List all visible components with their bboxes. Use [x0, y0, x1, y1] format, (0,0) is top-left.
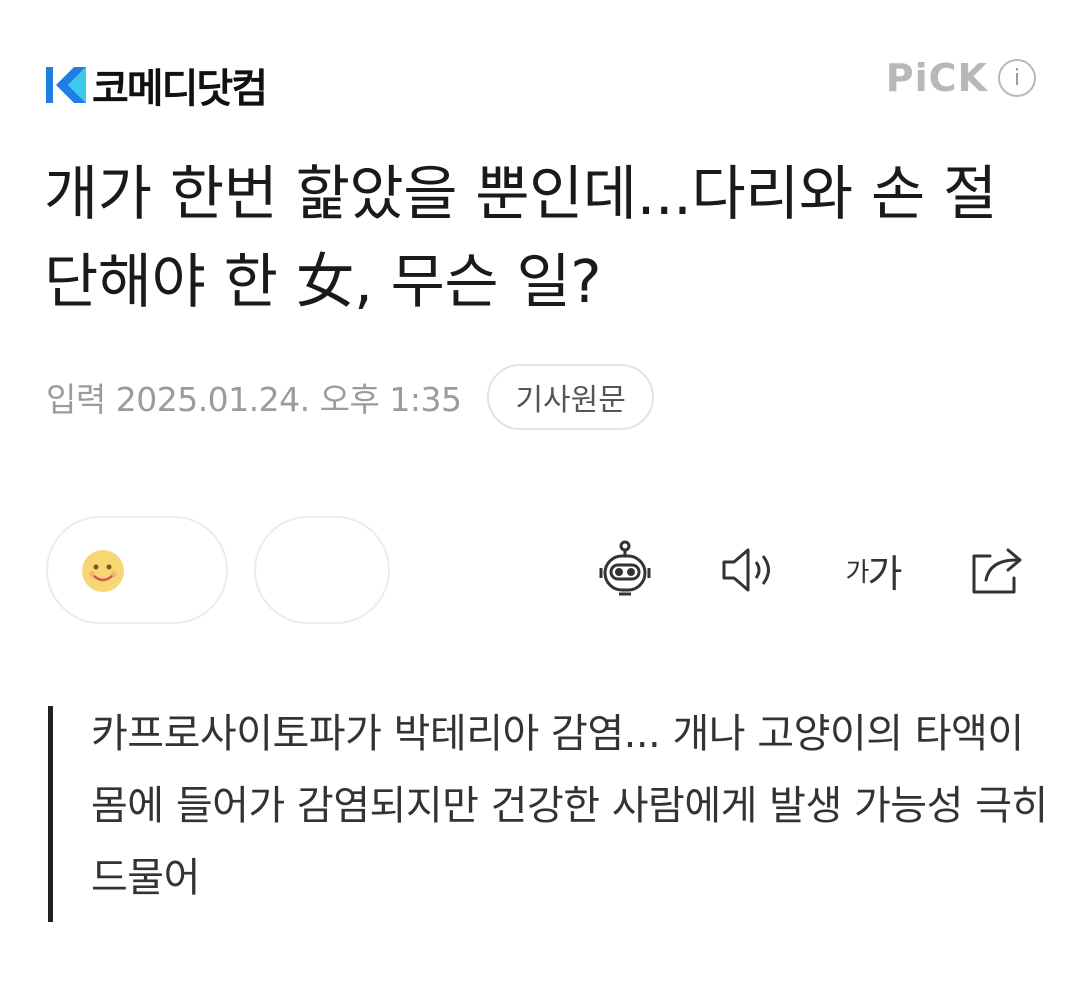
reaction-pill[interactable] — [46, 516, 228, 624]
logo-text: 코메디닷컴 — [92, 66, 268, 112]
komedi-logo-icon — [46, 67, 86, 103]
article-headline: 개가 한번 핥았을 뿐인데...다리와 손 절단해야 한 女, 무슨 일? — [44, 159, 997, 316]
smile-emoji-icon — [82, 550, 124, 592]
original-article-button[interactable]: 기사원문 — [487, 364, 654, 430]
info-icon[interactable]: i — [998, 59, 1036, 97]
font-size-small-glyph: 가 — [845, 557, 870, 588]
press-logo[interactable]: 코메디닷컴 — [44, 56, 268, 114]
publish-date: 입력 2025.01.24. 오후 1:35 — [46, 380, 462, 419]
article-summary: 카프로사이토파가 박테리아 감염... 개나 고양이의 타액이 몸에 들어가 감… — [48, 706, 1051, 922]
speaker-icon — [722, 548, 770, 592]
font-size-large-glyph: 가 — [867, 551, 902, 596]
summary-text: 카프로사이토파가 박테리아 감염... 개나 고양이의 타액이 몸에 들어가 감… — [91, 711, 1048, 901]
font-size-button[interactable]: 가가 — [840, 532, 906, 608]
tts-button[interactable] — [716, 532, 782, 608]
share-button[interactable] — [964, 532, 1030, 608]
comment-pill[interactable] — [254, 516, 390, 624]
robot-summary-icon — [599, 540, 651, 596]
summary-bot-button[interactable] — [592, 532, 658, 608]
article-toolbar: 가가 — [592, 532, 1030, 608]
article-meta: 입력 2025.01.24. 오후 1:35 기사원문 — [46, 364, 654, 430]
share-icon — [972, 548, 1022, 594]
article-header: 코메디닷컴 PiCK i — [44, 48, 1036, 112]
pick-badge: PiCK i — [886, 56, 1036, 100]
pick-label: PiCK — [885, 56, 988, 100]
